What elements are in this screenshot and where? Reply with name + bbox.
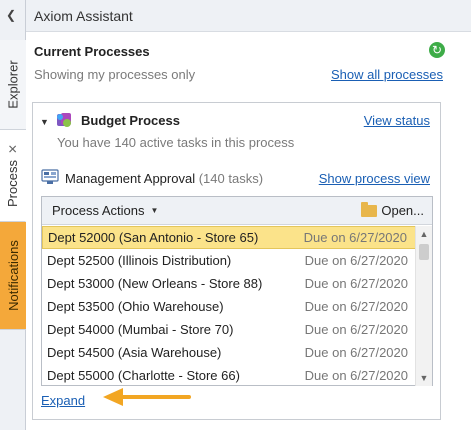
task-rows: Dept 52000 (San Antonio - Store 65) Due …	[42, 226, 416, 386]
filter-text: Showing my processes only	[34, 67, 196, 82]
open-label: Open...	[381, 203, 424, 218]
list-item[interactable]: Dept 55000 (Charlotte - Store 66) Due on…	[42, 364, 416, 386]
task-due-date: Due on 6/27/2020	[304, 368, 408, 383]
workflow-step-icon	[41, 169, 59, 184]
collapse-caret-icon[interactable]: ▼	[40, 117, 49, 127]
process-actions-label: Process Actions	[52, 203, 145, 218]
side-tab-strip: ❮ Explorer Process ✕ Notifications	[0, 0, 26, 430]
budget-process-card: ▼ Budget Process View status You have 14…	[32, 102, 441, 420]
task-due-date: Due on 6/27/2020	[304, 253, 408, 268]
task-due-date: Due on 6/27/2020	[304, 322, 408, 337]
task-name: Dept 52500 (Illinois Distribution)	[47, 253, 232, 268]
tab-process-label: Process	[5, 160, 20, 208]
list-item[interactable]: Dept 53000 (New Orleans - Store 88) Due …	[42, 272, 416, 295]
task-due-date: Due on 6/27/2020	[304, 299, 408, 314]
tab-explorer-label: Explorer	[5, 60, 21, 109]
task-list-toolbar: Process Actions ▼ Open...	[42, 197, 432, 225]
list-item[interactable]: Dept 53500 (Ohio Warehouse) Due on 6/27/…	[42, 295, 416, 318]
process-subtitle: You have 140 active tasks in this proces…	[57, 135, 295, 150]
budget-process-icon	[57, 113, 71, 127]
process-actions-button[interactable]: Process Actions ▼	[52, 203, 158, 218]
section-heading: Current Processes	[34, 44, 150, 59]
task-name: Dept 54000 (Mumbai - Store 70)	[47, 322, 234, 337]
task-name: Dept 54500 (Asia Warehouse)	[47, 345, 222, 360]
task-due-date: Due on 6/27/2020	[303, 230, 407, 245]
tab-process[interactable]: Process ✕	[0, 130, 26, 222]
step-task-count: (140 tasks)	[198, 171, 264, 186]
refresh-icon[interactable]: ↻	[429, 42, 445, 58]
window-title: Axiom Assistant	[34, 7, 133, 24]
list-item[interactable]: Dept 54000 (Mumbai - Store 70) Due on 6/…	[42, 318, 416, 341]
scroll-up-icon[interactable]: ▲	[416, 226, 432, 242]
task-name: Dept 53500 (Ohio Warehouse)	[47, 299, 224, 314]
tab-notifications[interactable]: Notifications	[0, 222, 26, 330]
tab-explorer[interactable]: Explorer	[0, 40, 26, 130]
vertical-scrollbar[interactable]: ▲ ▼	[415, 226, 432, 386]
task-name: Dept 55000 (Charlotte - Store 66)	[47, 368, 240, 383]
step-name: Management Approval	[65, 171, 196, 186]
process-panel: Current Processes ↻ Showing my processes…	[26, 32, 471, 430]
list-item[interactable]: Dept 52500 (Illinois Distribution) Due o…	[42, 249, 416, 272]
process-title: Budget Process	[81, 113, 180, 128]
chevron-down-icon: ▼	[150, 206, 159, 215]
task-list: Process Actions ▼ Open... Dept 52000 (Sa…	[41, 196, 433, 386]
tab-notifications-label: Notifications	[5, 240, 21, 311]
window-title-bar: Axiom Assistant	[26, 0, 471, 32]
task-due-date: Due on 6/27/2020	[304, 276, 408, 291]
list-item[interactable]: Dept 54500 (Asia Warehouse) Due on 6/27/…	[42, 341, 416, 364]
collapse-arrow-icon[interactable]: ❮	[6, 8, 16, 22]
task-name: Dept 52000 (San Antonio - Store 65)	[48, 230, 259, 245]
callout-arrow-icon	[103, 388, 191, 406]
view-status-link[interactable]: View status	[364, 113, 430, 128]
show-process-view-link[interactable]: Show process view	[319, 171, 430, 186]
expand-link[interactable]: Expand	[41, 393, 85, 408]
task-name: Dept 53000 (New Orleans - Store 88)	[47, 276, 263, 291]
folder-icon	[361, 201, 378, 217]
list-item[interactable]: Dept 52000 (San Antonio - Store 65) Due …	[42, 226, 416, 249]
scroll-down-icon[interactable]: ▼	[416, 370, 432, 386]
task-due-date: Due on 6/27/2020	[304, 345, 408, 360]
close-icon[interactable]: ✕	[6, 144, 20, 154]
step-title: Management Approval (140 tasks)	[65, 171, 263, 186]
scroll-thumb[interactable]	[419, 244, 429, 260]
show-all-processes-link[interactable]: Show all processes	[331, 67, 443, 82]
open-button[interactable]: Open...	[361, 201, 424, 218]
